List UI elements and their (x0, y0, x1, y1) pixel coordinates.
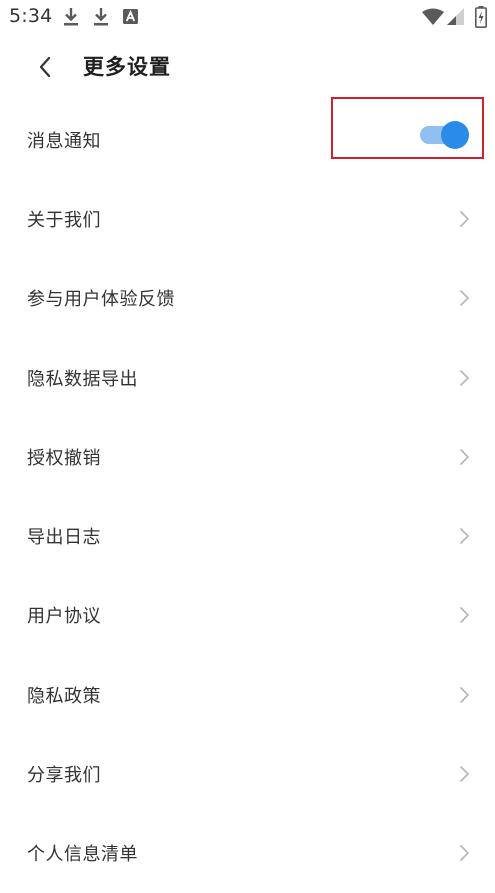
chevron-right-icon (460, 766, 469, 782)
settings-item-label: 分享我们 (27, 765, 101, 787)
settings-item-feedback[interactable]: 参与用户体验反馈 (0, 259, 495, 338)
settings-item-label: 参与用户体验反馈 (27, 289, 175, 311)
header: 更多设置 (0, 34, 495, 98)
settings-item-label: 消息通知 (27, 130, 101, 152)
settings-item-privacy-policy[interactable]: 隐私政策 (0, 655, 495, 734)
status-bar: 5:34 (0, 0, 495, 34)
signal-icon (447, 8, 464, 25)
chevron-right-icon (460, 211, 469, 227)
settings-item-label: 关于我们 (27, 209, 101, 231)
chevron-right-icon (460, 686, 469, 703)
notification-toggle[interactable] (420, 121, 469, 149)
chevron-right-icon (460, 290, 469, 307)
chevron-right-icon (460, 607, 469, 624)
battery-charging-icon (475, 6, 487, 28)
settings-item-privacy-data-export[interactable]: 隐私数据导出 (0, 338, 495, 417)
settings-item-about-us[interactable]: 关于我们 (0, 179, 495, 258)
settings-item-label: 隐私数据导出 (27, 368, 138, 390)
toggle-knob[interactable] (441, 121, 469, 149)
app-notification-icon (123, 9, 138, 24)
back-button[interactable] (28, 50, 62, 84)
settings-item-share-us[interactable]: 分享我们 (0, 734, 495, 813)
settings-item-personal-info-list[interactable]: 个人信息清单 (0, 814, 495, 893)
settings-item-label: 用户协议 (27, 606, 101, 628)
settings-list: 消息通知 关于我们 参与用户体验反馈 隐私数据导出 授权撤销 导出日志 用户协议… (0, 97, 495, 893)
settings-item-label: 个人信息清单 (27, 844, 138, 866)
wifi-icon (422, 8, 444, 25)
chevron-right-icon (460, 845, 469, 862)
settings-item-label: 导出日志 (27, 527, 101, 549)
page-title: 更多设置 (83, 55, 171, 79)
download-icon (64, 8, 78, 26)
download-icon (94, 8, 108, 26)
chevron-right-icon (460, 448, 469, 465)
status-time: 5:34 (9, 5, 53, 27)
settings-item-message-notification: 消息通知 (0, 97, 495, 179)
chevron-left-icon (39, 56, 51, 78)
settings-item-revoke-authorization[interactable]: 授权撤销 (0, 417, 495, 496)
settings-item-label: 授权撤销 (27, 447, 101, 469)
chevron-right-icon (460, 369, 469, 386)
chevron-right-icon (460, 528, 469, 545)
settings-item-user-agreement[interactable]: 用户协议 (0, 576, 495, 655)
settings-item-export-logs[interactable]: 导出日志 (0, 496, 495, 575)
settings-item-label: 隐私政策 (27, 685, 101, 707)
